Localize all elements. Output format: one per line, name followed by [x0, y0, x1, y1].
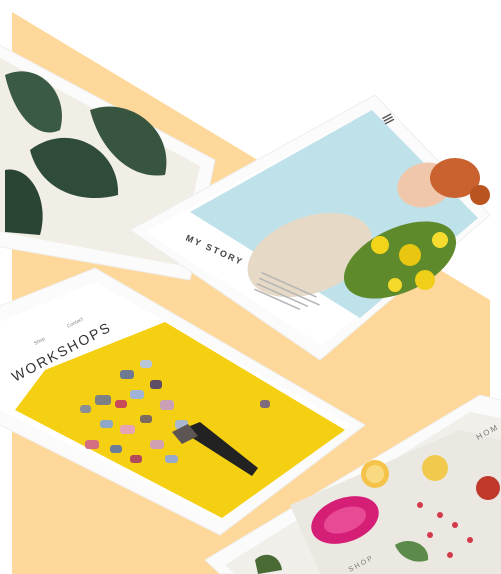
fruit-lime	[422, 455, 448, 481]
tablet-shop: HOM SHOP	[204, 394, 501, 574]
fruit-pomegranate	[476, 476, 500, 500]
showcase-stage: MY STORY Shop Contact WORKSHOPS HOM SHOP	[0, 0, 501, 574]
